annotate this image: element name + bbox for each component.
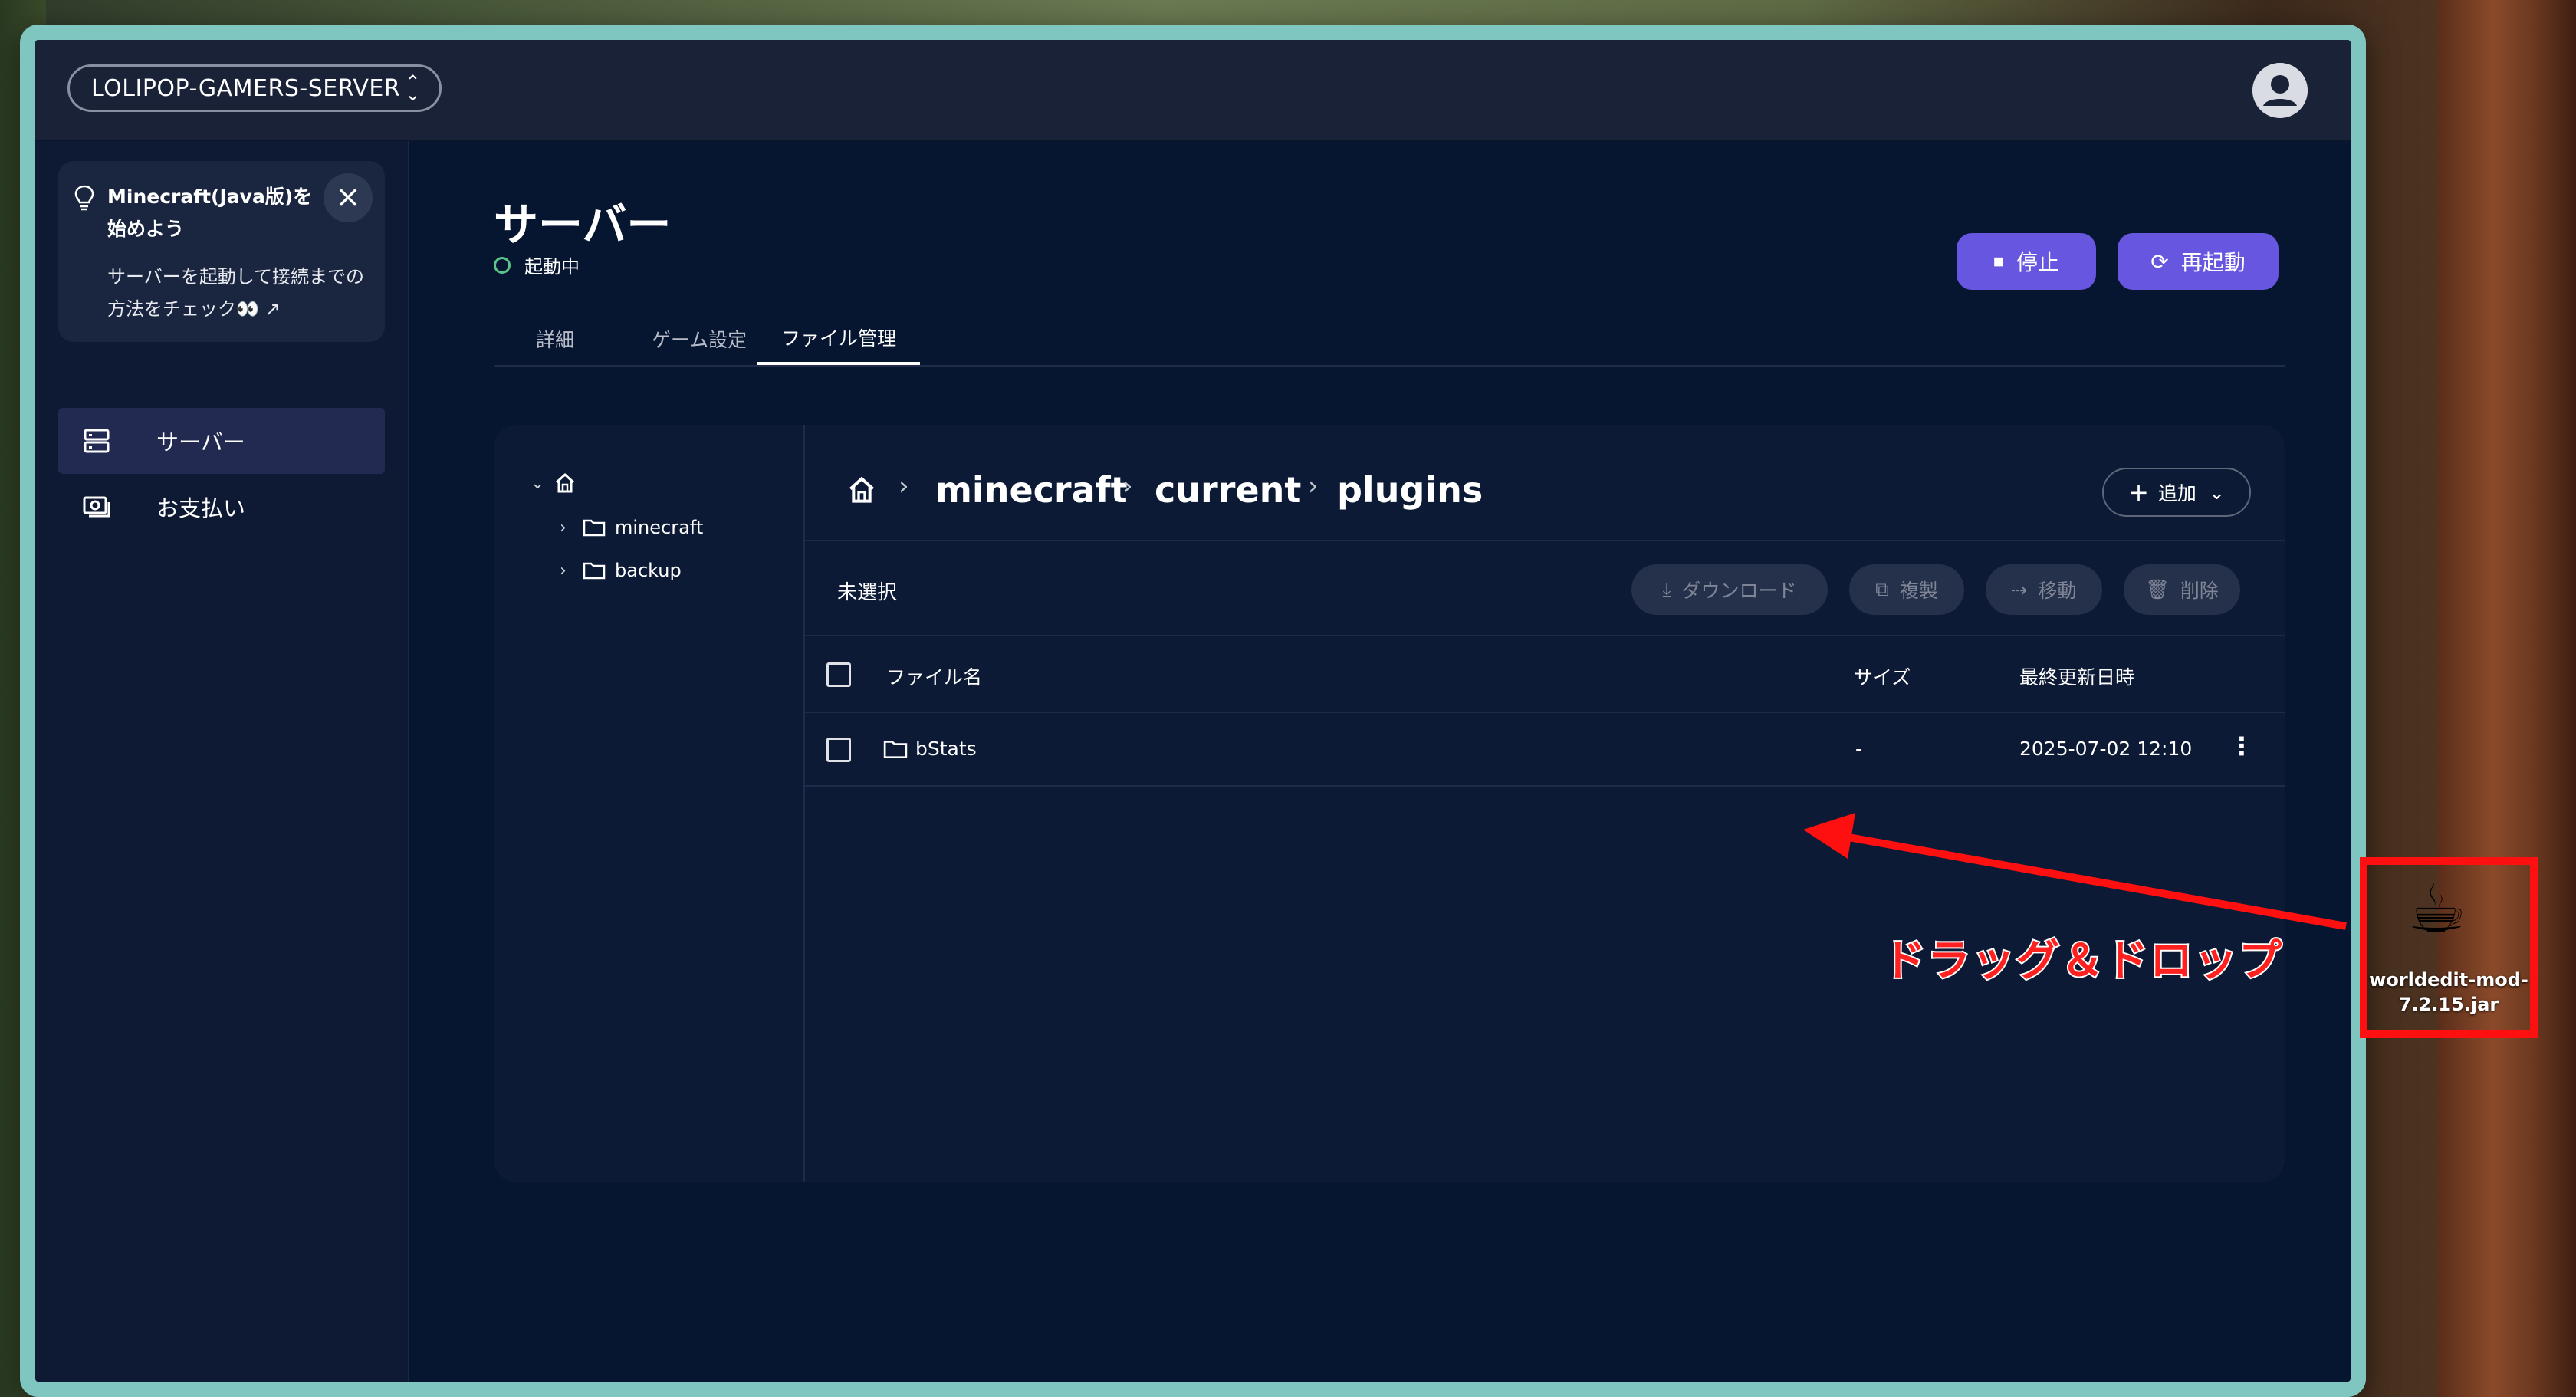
close-icon: × <box>335 179 361 215</box>
tab-game-settings[interactable]: ゲーム設定 <box>623 313 776 365</box>
chevron-down-icon: ⌄ <box>2208 481 2225 504</box>
server-selector[interactable]: LOLIPOP-GAMERS-SERVER ⌃ ⌄ <box>67 64 442 112</box>
tab-file-management[interactable]: ファイル管理 <box>757 313 920 365</box>
file-manager-panel: ⌄ › minecraft › backup › minecraft › cur… <box>494 425 2285 1182</box>
stop-icon: ⏹ <box>1993 248 2004 274</box>
restart-icon: ⟳ <box>2150 248 2169 274</box>
copy-icon: ⧉ <box>1875 578 1889 600</box>
sidebar-item-label: お支払い <box>156 495 246 521</box>
lightbulb-icon <box>74 185 94 211</box>
move-label: 移動 <box>2038 580 2077 602</box>
stop-button[interactable]: ⏹ 停止 <box>1957 233 2096 290</box>
file-name[interactable]: bStats <box>915 738 977 760</box>
server-status: 起動中 <box>494 251 580 278</box>
desktop-file-name[interactable]: worldedit-mod-7.2.15.jar <box>2366 968 2532 1017</box>
row-checkbox[interactable] <box>826 738 851 762</box>
server-name: LOLIPOP-GAMERS-SERVER <box>91 74 401 102</box>
restart-label: 再起動 <box>2180 250 2246 275</box>
folder-icon <box>583 562 606 580</box>
more-options-icon[interactable]: ⋮ <box>2229 731 2254 761</box>
sidebar-item-server[interactable]: サーバー <box>58 408 385 474</box>
home-icon[interactable] <box>846 475 877 505</box>
status-dot-icon <box>494 256 511 274</box>
drag-drop-annotation: ドラッグ＆ドロップ <box>1881 935 2283 988</box>
sidebar: Minecraft(Java版)を始めよう サーバーを起動して接続までの方法をチ… <box>35 141 409 1382</box>
file-toolbar: 未選択 ⤓ ダウンロード ⧉ 複製 ⇢ 移動 🗑 削除 <box>803 541 2285 636</box>
chevron-right-icon: › <box>899 471 909 501</box>
chevron-down-icon: ⌄ <box>531 473 545 493</box>
select-all-checkbox[interactable] <box>826 662 851 687</box>
home-icon <box>555 472 575 493</box>
chevron-right-icon: › <box>560 518 567 537</box>
tip-link[interactable]: サーバーを起動して接続までの方法をチェック👀 ↗ <box>107 261 368 325</box>
sidebar-item-payment[interactable]: お支払い <box>58 474 385 540</box>
chevron-updown-icon: ⌃ ⌄ <box>405 71 421 105</box>
tab-label: ゲーム設定 <box>651 329 748 351</box>
delete-button[interactable]: 🗑 削除 <box>2124 564 2240 615</box>
tip-title: Minecraft(Java版)を始めよう <box>107 186 313 240</box>
tab-details[interactable]: 詳細 <box>494 313 616 365</box>
tree-item-label: backup <box>615 560 682 581</box>
top-bar: LOLIPOP-GAMERS-SERVER ⌃ ⌄ <box>35 40 2351 141</box>
breadcrumb: › minecraft › current › plugins + 追加 ⌄ <box>803 425 2285 541</box>
file-modified: 2025-07-02 12:10 <box>2019 738 2193 760</box>
add-button[interactable]: + 追加 ⌄ <box>2102 468 2251 517</box>
delete-label: 削除 <box>2180 580 2219 602</box>
copy-label: 複製 <box>1899 580 1938 602</box>
tree-item-backup[interactable]: › backup <box>560 560 682 581</box>
breadcrumb-item[interactable]: plugins <box>1337 469 1483 511</box>
main-content: サーバー 起動中 ⏹ 停止 ⟳ 再起動 詳細 ゲーム設定 ファイル管理 ⌄ › … <box>409 141 2351 1382</box>
payment-icon <box>83 496 110 518</box>
status-text: 起動中 <box>524 256 580 278</box>
folder-icon <box>883 741 908 758</box>
tip-body: サーバーを起動して接続までの方法をチェック👀 <box>107 266 365 320</box>
chevron-right-icon: › <box>1122 471 1133 501</box>
getting-started-tip: Minecraft(Java版)を始めよう サーバーを起動して接続までの方法をチ… <box>58 161 385 342</box>
trash-icon: 🗑 <box>2145 578 2170 600</box>
stop-label: 停止 <box>2016 250 2060 275</box>
close-tip-button[interactable]: × <box>324 173 373 222</box>
column-header-size[interactable]: サイズ <box>1854 662 1911 690</box>
chevron-right-icon: › <box>560 560 567 580</box>
page-title: サーバー <box>494 199 672 251</box>
chevron-right-icon: › <box>1308 471 1319 501</box>
tab-label: ファイル管理 <box>780 327 896 350</box>
table-row[interactable]: bStats - 2025-07-02 12:10 ⋮ <box>803 713 2285 787</box>
tab-label: 詳細 <box>535 329 574 351</box>
download-label: ダウンロード <box>1681 580 1797 602</box>
user-icon <box>2252 63 2308 118</box>
download-icon: ⤓ <box>1662 578 1671 600</box>
java-cup-icon[interactable]: ☕ <box>2407 871 2466 948</box>
breadcrumb-item[interactable]: minecraft <box>935 469 1128 511</box>
table-header: ファイル名 サイズ 最終更新日時 <box>803 636 2285 713</box>
download-button[interactable]: ⤓ ダウンロード <box>1631 564 1828 615</box>
tree-root[interactable]: ⌄ <box>531 472 577 494</box>
breadcrumb-item[interactable]: current <box>1155 469 1301 511</box>
tree-item-minecraft[interactable]: › minecraft <box>560 517 703 538</box>
plus-icon: + <box>2128 478 2149 507</box>
tab-bar: 詳細 ゲーム設定 ファイル管理 <box>494 313 2285 367</box>
external-link-icon: ↗ <box>264 298 281 320</box>
column-header-modified[interactable]: 最終更新日時 <box>2019 662 2134 690</box>
restart-button[interactable]: ⟳ 再起動 <box>2118 233 2279 290</box>
folder-icon <box>583 519 606 537</box>
folder-tree: ⌄ › minecraft › backup <box>494 425 805 1182</box>
selection-status: 未選択 <box>837 581 898 604</box>
move-button[interactable]: ⇢ 移動 <box>1986 564 2102 615</box>
background-tree <box>2438 0 2576 1397</box>
add-label: 追加 <box>2157 482 2196 505</box>
copy-button[interactable]: ⧉ 複製 <box>1849 564 1964 615</box>
file-size: - <box>1855 738 1863 760</box>
server-icon <box>84 429 110 453</box>
app-window: LOLIPOP-GAMERS-SERVER ⌃ ⌄ Minecraft(Java版… <box>20 25 2366 1397</box>
user-avatar[interactable] <box>2252 63 2308 118</box>
column-header-name[interactable]: ファイル名 <box>886 662 982 690</box>
move-folder-icon: ⇢ <box>2011 578 2028 601</box>
tree-item-label: minecraft <box>615 517 704 538</box>
sidebar-item-label: サーバー <box>156 429 245 455</box>
